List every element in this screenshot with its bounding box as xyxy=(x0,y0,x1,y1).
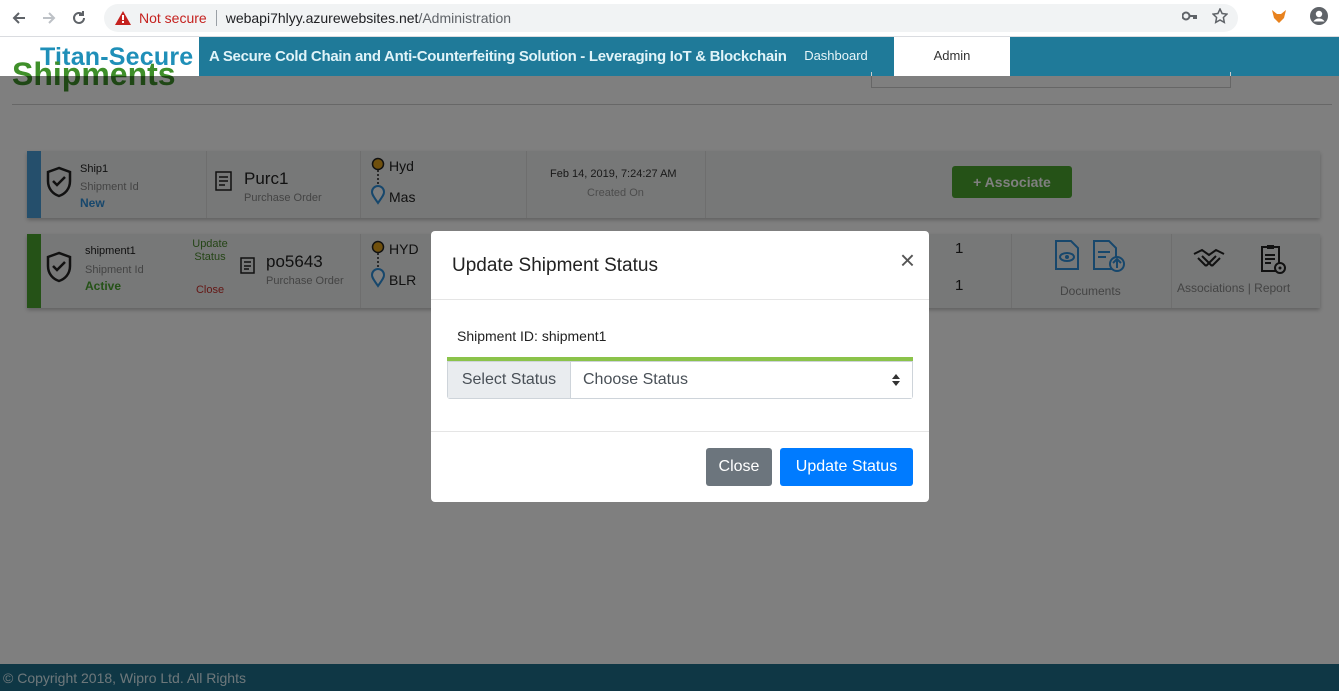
status-select-group: Select Status Choose Status xyxy=(447,361,913,399)
address-bar[interactable]: Not secure webapi7hlyy.azurewebsites.net… xyxy=(104,4,1238,32)
key-icon[interactable] xyxy=(1182,10,1198,22)
header-tagline: A Secure Cold Chain and Anti-Counterfeit… xyxy=(209,48,787,65)
reload-icon[interactable] xyxy=(64,3,94,33)
nav-admin[interactable]: Admin xyxy=(894,37,1010,76)
star-icon[interactable] xyxy=(1212,8,1228,24)
url-host: webapi7hlyy.azurewebsites.net xyxy=(225,10,419,26)
modal-footer-divider xyxy=(431,431,929,432)
modal-title: Update Shipment Status xyxy=(452,255,658,276)
warning-icon xyxy=(115,11,131,25)
status-select-value: Choose Status xyxy=(583,371,688,388)
profile-icon[interactable] xyxy=(1309,6,1329,26)
back-arrow-icon[interactable] xyxy=(4,3,34,33)
close-button[interactable]: Close xyxy=(706,448,772,486)
browser-toolbar: Not secure webapi7hlyy.azurewebsites.net… xyxy=(0,0,1339,37)
update-status-modal: Update Shipment Status × Shipment ID: sh… xyxy=(431,231,929,502)
select-status-label: Select Status xyxy=(448,362,571,398)
address-separator xyxy=(215,10,217,26)
close-icon[interactable]: × xyxy=(900,247,915,273)
forward-arrow-icon[interactable] xyxy=(34,3,64,33)
status-select[interactable]: Choose Status xyxy=(571,362,912,398)
modal-shipment-id: Shipment ID: shipment1 xyxy=(457,328,607,344)
app-header: Titan-Secure A Secure Cold Chain and Ant… xyxy=(0,37,1339,76)
fox-extension-icon[interactable] xyxy=(1271,8,1287,24)
nav-dashboard[interactable]: Dashboard xyxy=(780,37,892,76)
update-status-button[interactable]: Update Status xyxy=(780,448,913,486)
not-secure-label[interactable]: Not secure xyxy=(139,10,207,26)
url-path: /Administration xyxy=(418,10,512,26)
modal-header: Update Shipment Status × xyxy=(431,231,929,300)
chevron-updown-icon xyxy=(892,374,900,386)
